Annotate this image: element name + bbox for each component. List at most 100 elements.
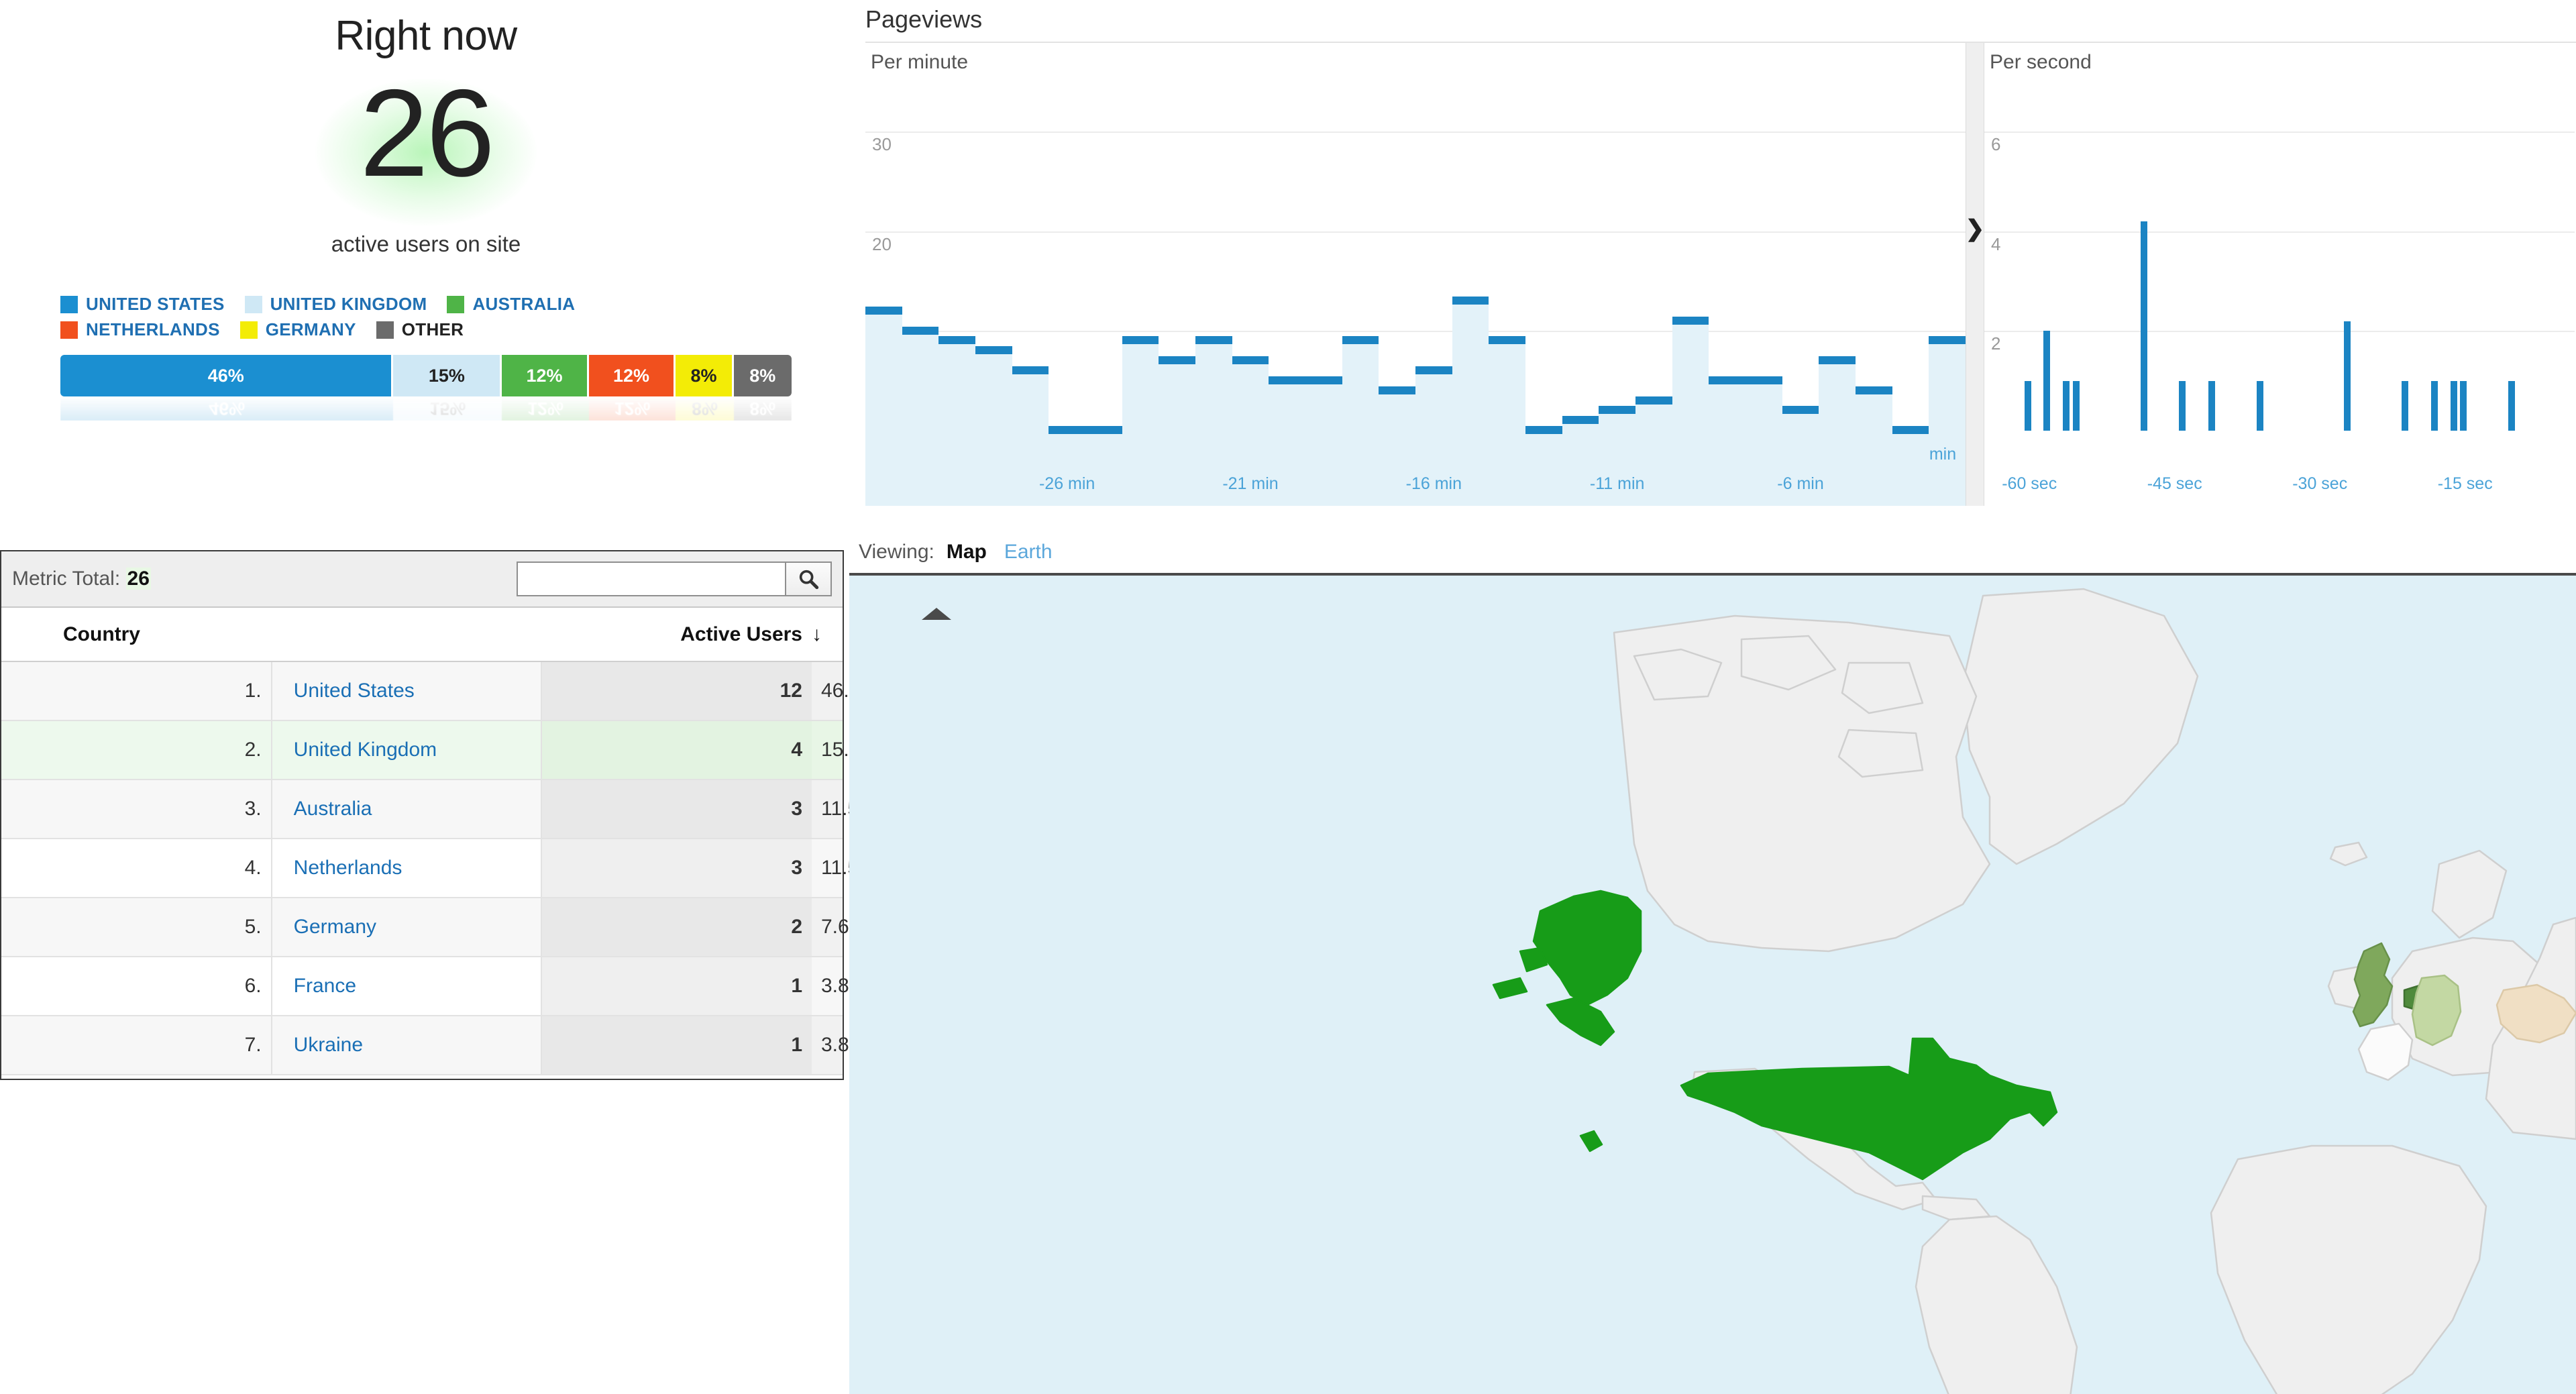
legend-swatch-icon bbox=[376, 321, 394, 339]
per-minute-bar[interactable] bbox=[1342, 118, 1379, 506]
legend-item-united-kingdom[interactable]: UNITED KINGDOM bbox=[244, 294, 427, 315]
per-minute-bar[interactable] bbox=[1305, 118, 1342, 506]
per-minute-bar[interactable] bbox=[1232, 118, 1269, 506]
row-percentage: 7.69% bbox=[812, 898, 878, 957]
per-second-bar[interactable] bbox=[2208, 380, 2215, 431]
per-minute-bar[interactable] bbox=[1782, 118, 1819, 506]
per-minute-bar-fill bbox=[1709, 376, 1746, 506]
gridline bbox=[1984, 131, 2575, 133]
per-second-plot: 2 4 6 -60 sec -45 sec -30 sec -15 sec bbox=[1984, 43, 2575, 506]
per-second-bar[interactable] bbox=[2063, 380, 2070, 431]
row-index: 4. bbox=[1, 839, 272, 898]
per-minute-bar[interactable] bbox=[975, 118, 1012, 506]
table-row[interactable]: 5. Germany 27.69% bbox=[1, 898, 878, 957]
map-tab-earth[interactable]: Earth bbox=[1004, 541, 1053, 564]
per-minute-bar[interactable] bbox=[1379, 118, 1415, 506]
table-row[interactable]: 7. Ukraine 13.85% bbox=[1, 1016, 878, 1075]
per-minute-bar[interactable] bbox=[865, 118, 902, 506]
per-second-bar[interactable] bbox=[2402, 380, 2409, 431]
row-country-cell[interactable]: United States bbox=[271, 661, 542, 721]
stack-segment-australia[interactable]: 12% bbox=[502, 355, 589, 396]
legend-item-netherlands[interactable]: NETHERLANDS bbox=[60, 319, 220, 340]
expand-chart-button[interactable]: ❯ bbox=[1966, 43, 1984, 506]
country-link[interactable]: France bbox=[294, 975, 356, 997]
stack-segment-united-states[interactable]: 46% bbox=[60, 355, 394, 396]
per-minute-bar[interactable] bbox=[1012, 118, 1049, 506]
per-second-bar[interactable] bbox=[2343, 321, 2351, 431]
per-minute-bar[interactable] bbox=[1452, 118, 1489, 506]
search-button[interactable] bbox=[785, 561, 832, 596]
per-minute-bar[interactable] bbox=[1489, 118, 1525, 506]
row-index: 6. bbox=[1, 957, 272, 1016]
legend-item-united-states[interactable]: UNITED STATES bbox=[60, 294, 225, 315]
world-map[interactable] bbox=[849, 573, 2576, 1394]
country-link[interactable]: Australia bbox=[294, 798, 372, 820]
table-row[interactable]: 2. United Kingdom 415.38% bbox=[1, 720, 890, 780]
per-minute-bar[interactable] bbox=[1709, 118, 1746, 506]
world-map-svg[interactable] bbox=[849, 576, 2576, 1394]
per-minute-bar[interactable] bbox=[1562, 118, 1599, 506]
row-country-cell[interactable]: Germany bbox=[271, 898, 542, 957]
per-second-bar[interactable] bbox=[2024, 380, 2031, 431]
legend-item-other[interactable]: OTHER bbox=[376, 319, 464, 340]
per-minute-bar-cap bbox=[1525, 426, 1562, 435]
per-minute-bar-cap bbox=[1709, 376, 1746, 384]
table-head: Country Active Users ↓ bbox=[1, 608, 843, 662]
country-link[interactable]: Ukraine bbox=[294, 1034, 363, 1056]
country-link[interactable]: United States bbox=[294, 680, 415, 702]
row-active-users: 12 bbox=[541, 661, 812, 721]
per-minute-bar[interactable] bbox=[1049, 118, 1085, 506]
per-minute-bar[interactable] bbox=[902, 118, 939, 506]
per-second-bar[interactable] bbox=[2460, 380, 2467, 431]
table-row[interactable]: 1. United States 1246.15% bbox=[1, 661, 890, 721]
stack-segment-united-kingdom[interactable]: 15% bbox=[393, 355, 502, 396]
per-minute-bar[interactable] bbox=[1269, 118, 1305, 506]
per-minute-bar[interactable] bbox=[1599, 118, 1635, 506]
table-row[interactable]: 3. Australia 311.54% bbox=[1, 780, 888, 839]
stack-segment-other[interactable]: 8% bbox=[733, 355, 792, 396]
per-minute-bar[interactable] bbox=[1415, 118, 1452, 506]
stack-segment-germany[interactable]: 8% bbox=[676, 355, 734, 396]
per-second-bar[interactable] bbox=[2140, 221, 2147, 431]
table-row[interactable]: 6. France 13.85% bbox=[1, 957, 878, 1016]
per-minute-bar[interactable] bbox=[1195, 118, 1232, 506]
per-second-bar[interactable] bbox=[2043, 331, 2051, 431]
per-minute-bar[interactable] bbox=[1746, 118, 1782, 506]
country-link[interactable]: Germany bbox=[294, 916, 376, 938]
legend-item-australia[interactable]: AUSTRALIA bbox=[447, 294, 575, 315]
row-country-cell[interactable]: Ukraine bbox=[271, 1016, 542, 1075]
per-second-bar[interactable] bbox=[2072, 380, 2080, 431]
country-link[interactable]: Netherlands bbox=[294, 857, 402, 879]
map-tab-map[interactable]: Map bbox=[947, 541, 987, 564]
row-country-cell[interactable]: Netherlands bbox=[271, 839, 542, 898]
per-second-bar[interactable] bbox=[2179, 380, 2186, 431]
column-header-active-users[interactable]: Active Users bbox=[541, 608, 812, 662]
per-second-bar[interactable] bbox=[2450, 380, 2457, 431]
stacked-bar-reflection: 46% 15% 12% 12% 8% 8% bbox=[60, 396, 792, 421]
per-minute-bar[interactable] bbox=[1819, 118, 1856, 506]
per-minute-bar[interactable] bbox=[938, 118, 975, 506]
per-minute-bar[interactable] bbox=[1085, 118, 1122, 506]
per-second-bar[interactable] bbox=[2508, 380, 2516, 431]
column-header-country[interactable]: Country bbox=[1, 608, 542, 662]
per-second-bar[interactable] bbox=[2430, 380, 2438, 431]
search-input[interactable] bbox=[517, 561, 785, 596]
legend-item-germany[interactable]: GERMANY bbox=[239, 319, 356, 340]
per-second-bar[interactable] bbox=[2256, 380, 2263, 431]
per-minute-bar[interactable] bbox=[1635, 118, 1672, 506]
per-minute-bar[interactable] bbox=[1159, 118, 1195, 506]
per-minute-bar[interactable] bbox=[1892, 118, 1929, 506]
per-minute-bar[interactable] bbox=[1856, 118, 1892, 506]
stack-segment-netherlands[interactable]: 12% bbox=[588, 355, 676, 396]
legend-swatch-icon bbox=[60, 295, 78, 313]
table-row[interactable]: 4. Netherlands 311.54% bbox=[1, 839, 888, 898]
row-country-cell[interactable]: France bbox=[271, 957, 542, 1016]
x-axis-tick: -16 min bbox=[1405, 474, 1462, 493]
country-link[interactable]: United Kingdom bbox=[294, 739, 437, 761]
per-minute-bar[interactable] bbox=[1122, 118, 1159, 506]
sort-descending-icon[interactable]: ↓ bbox=[812, 608, 843, 662]
row-country-cell[interactable]: Australia bbox=[271, 780, 542, 839]
row-country-cell[interactable]: United Kingdom bbox=[271, 720, 542, 780]
per-minute-bar[interactable] bbox=[1525, 118, 1562, 506]
per-minute-bar[interactable] bbox=[1672, 118, 1709, 506]
